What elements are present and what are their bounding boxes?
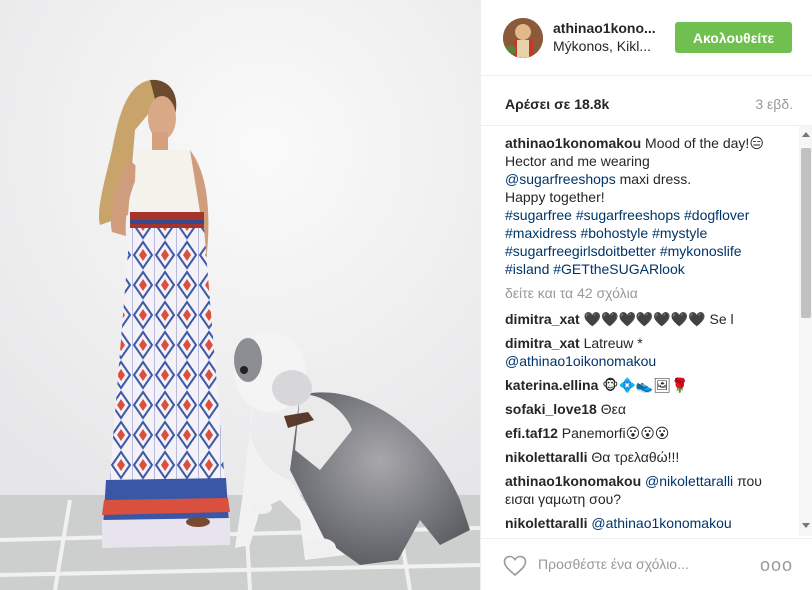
more-options-icon[interactable]: ooo (760, 555, 793, 576)
comment-username[interactable]: nikolettaralli (505, 515, 587, 531)
scrollbar-thumb[interactable] (801, 148, 811, 318)
follow-button[interactable]: Ακολουθείτε (675, 22, 792, 53)
heart-icon-svg (503, 555, 527, 577)
comment-text: 🐵💠👟🖼🌹 (598, 377, 689, 393)
view-all-comments-link[interactable]: δείτε και τα 42 σχόλια (505, 284, 781, 302)
likes-count[interactable]: Αρέσει σε 18.8k (505, 96, 609, 112)
comment-text: Panemorfi😮😮😮 (557, 425, 670, 441)
comment: katerina.ellina 🐵💠👟🖼🌹 (505, 376, 781, 394)
caption-hashtags[interactable]: #maxidress #bohostyle #mystyle (505, 224, 781, 242)
comment: efi.taf12 Panemorfi😮😮😮 (505, 424, 781, 442)
comment-username[interactable]: dimitra_xat (505, 335, 580, 351)
comment-username[interactable]: sofaki_love18 (505, 401, 597, 417)
caption-mention[interactable]: @sugarfreeshops (505, 171, 616, 187)
caption-username[interactable]: athinao1konomakou (505, 135, 641, 151)
comment: dimitra_xat Latreuw * @athinao1oikonomak… (505, 334, 781, 370)
caption-hashtags[interactable]: #island #GETtheSUGARlook (505, 260, 781, 278)
comment-footer: ooo (481, 538, 812, 590)
post-header: athinao1kono... Mýkonos, Kikl... Ακολουθ… (481, 0, 812, 76)
caption-text: Hector and me wearing (505, 153, 650, 169)
comment-username[interactable]: dimitra_xat (505, 311, 580, 327)
post-location[interactable]: Mýkonos, Kikl... (553, 38, 651, 54)
likes-row: Αρέσει σε 18.8k 3 εβδ. (481, 76, 812, 126)
comment: nikolettaralli Θα τρελαθώ!!! (505, 448, 781, 466)
caption-text: maxi dress. (615, 171, 692, 187)
caption-text: Mood of the day!😑 (641, 135, 764, 151)
caption-text: @sugarfreeshops maxi dress. (505, 170, 781, 188)
comment: sofaki_love18 Θεα (505, 400, 781, 418)
comment-username[interactable]: nikolettaralli (505, 449, 587, 465)
heart-icon[interactable] (503, 555, 527, 582)
comment-username[interactable]: efi.taf12 (505, 425, 558, 441)
post-timestamp[interactable]: 3 εβδ. (755, 96, 793, 112)
comment-mention[interactable]: @athinao1konomakou (587, 515, 731, 531)
caption-hashtags[interactable]: #sugarfreegirlsdoitbetter #mykonoslife (505, 242, 781, 260)
comment-text: Θα τρελαθώ!!! (587, 449, 680, 465)
comment-text: 🖤🖤🖤🖤🖤🖤🖤 Se l (579, 311, 734, 327)
post-photo (0, 0, 480, 590)
caption-text: Happy together! (505, 189, 605, 205)
avatar[interactable] (503, 18, 543, 58)
scroll-down-arrow-icon[interactable] (802, 523, 810, 528)
add-comment-input[interactable] (538, 556, 756, 572)
post-username[interactable]: athinao1kono... (553, 20, 656, 36)
post-image (0, 0, 480, 590)
comment-text: Θεα (596, 401, 626, 417)
avatar-image (503, 18, 543, 58)
comment-mention[interactable]: @athinao1oikonomakou (505, 353, 656, 369)
caption-hashtags[interactable]: #sugarfree #sugarfreeshops #dogflover (505, 206, 781, 224)
comments-list: athinao1konomakou Mood of the day!😑 Hect… (505, 134, 781, 536)
caption: athinao1konomakou Mood of the day!😑 Hect… (505, 134, 781, 278)
comment-username[interactable]: katerina.ellina (505, 377, 598, 393)
comment: dimitra_xat 🖤🖤🖤🖤🖤🖤🖤 Se l (505, 310, 781, 328)
comment: nikolettaralli @athinao1konomakou (505, 514, 781, 532)
comment-text: Latreuw * (579, 335, 643, 351)
comments-scrollbar[interactable] (799, 126, 812, 536)
post-panel: athinao1kono... Mýkonos, Kikl... Ακολουθ… (480, 0, 812, 590)
comment-username[interactable]: athinao1konomakou (505, 473, 641, 489)
comment-mention[interactable]: @nikolettaralli (641, 473, 733, 489)
comment: athinao1konomakou @nikolettaralli που ει… (505, 472, 781, 508)
scroll-up-arrow-icon[interactable] (802, 132, 810, 137)
